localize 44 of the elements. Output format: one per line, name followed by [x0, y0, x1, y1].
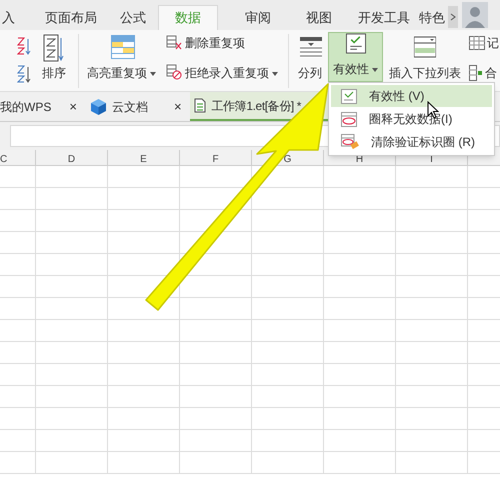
chevron-right-icon[interactable] [448, 6, 458, 28]
menu-tab[interactable]: 入 [0, 5, 20, 30]
menu-tab[interactable]: 视图 [301, 5, 337, 30]
close-tab-button[interactable]: × [65, 92, 81, 121]
close-tab-button[interactable]: × [170, 92, 186, 121]
menu-tab[interactable]: 特色 [414, 5, 450, 30]
menu-tab[interactable]: 公式 [115, 5, 151, 30]
split-columns-icon[interactable] [300, 37, 322, 59]
column-header[interactable]: F [180, 150, 252, 165]
delete-table-icon[interactable] [166, 35, 182, 50]
caret-icon [150, 72, 156, 76]
menu-tab[interactable]: 页面布局 [40, 5, 102, 30]
reject-table-icon[interactable] [166, 64, 182, 80]
sort-button[interactable]: 排序 [42, 64, 66, 82]
column-header[interactable]: D [36, 150, 108, 165]
caret-icon [272, 72, 278, 76]
table-icon[interactable] [469, 36, 485, 50]
insert-dropdown-button[interactable]: 插入下拉列表 [389, 64, 461, 82]
merge-button[interactable]: 合 [485, 64, 497, 82]
column-header[interactable]: C [0, 150, 36, 165]
delete-duplicates-button[interactable]: 删除重复项 [185, 34, 245, 52]
column-header[interactable]: E [108, 150, 180, 165]
caret-icon [372, 68, 378, 72]
menu-tab[interactable]: 审阅 [240, 5, 276, 30]
document-tab[interactable]: 我的WPS [0, 92, 58, 121]
sort-descending-icon[interactable] [17, 64, 31, 84]
cube-icon [90, 98, 106, 114]
menu-item[interactable]: 有效性 (V) [331, 85, 492, 107]
eraser-list-icon [341, 134, 359, 150]
checklist-icon [344, 33, 366, 54]
sort-ascending-icon[interactable] [17, 36, 31, 56]
merge-icon[interactable] [469, 65, 483, 81]
checklist-icon [341, 88, 357, 104]
document-icon [194, 98, 206, 113]
circled-list-icon [341, 112, 357, 126]
validity-button[interactable]: 有效性 [328, 32, 383, 82]
record-button[interactable]: 记 [487, 34, 499, 52]
reject-duplicates-button[interactable]: 拒绝录入重复项 [185, 64, 278, 82]
split-button[interactable]: 分列 [298, 64, 322, 82]
menu-tab[interactable]: 开发工具 [353, 5, 415, 30]
dropdown-list-icon[interactable] [414, 36, 436, 58]
document-tab[interactable]: 云文档 [84, 92, 154, 121]
sort-icon[interactable] [43, 34, 65, 62]
highlight-duplicates-button[interactable]: 高亮重复项 [87, 64, 156, 82]
